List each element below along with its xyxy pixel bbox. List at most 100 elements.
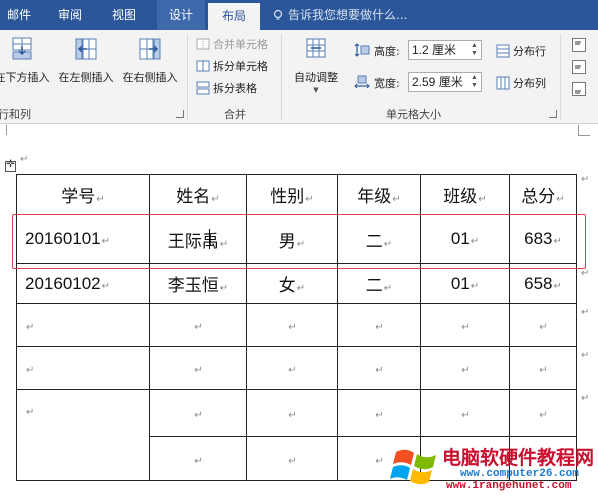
table-cell[interactable]: 683↵ (509, 214, 577, 264)
table-cell[interactable]: 王际禹↵ (149, 214, 247, 264)
table-cell[interactable]: ↵ (337, 389, 421, 437)
table-cell[interactable]: ↵ (337, 303, 421, 347)
split-table-label: 拆分表格 (213, 82, 257, 95)
tell-me-search[interactable]: 告诉我您想要做什么... (272, 0, 407, 30)
header-cell[interactable]: 班级↵ (420, 174, 510, 215)
height-spinner-icon[interactable]: ▲ ▼ (471, 42, 479, 58)
group-separator (560, 34, 561, 120)
insert-below-label: 在下方插入 (0, 71, 50, 84)
header-cell[interactable]: 学号↵ (16, 174, 150, 215)
split-table-button[interactable]: 拆分表格 (196, 79, 257, 99)
table-cell[interactable]: ↵ (16, 346, 150, 390)
autofit-button[interactable]: 自动调整 ▼ (288, 36, 344, 94)
site-watermark: 电脑软硬件教程网 www.computer26.com www.1rangehu… (390, 440, 598, 496)
end-of-row-mark: ↵ (581, 393, 590, 404)
table-cell[interactable]: 20160102↵ (16, 263, 150, 304)
table-cell[interactable]: ↵ (420, 303, 510, 347)
header-cell[interactable]: 姓名↵ (149, 174, 247, 215)
insert-right-button[interactable]: 在右侧插入 (119, 36, 181, 90)
cell-size-launcher-icon[interactable] (549, 110, 557, 118)
grades-table[interactable]: 学号↵ 姓名↵ 性别↵ 年级↵ 班级↵ 总分↵ 20160101↵ 王际禹↵ 男… (16, 174, 577, 481)
header-cell[interactable]: 总分↵ (509, 174, 577, 215)
table-cell[interactable]: 男↵ (246, 214, 338, 264)
table-row-empty: ↵ ↵ ↵ ↵ ↵ ↵ (16, 346, 577, 390)
end-of-row-mark: ↵ (581, 174, 590, 185)
split-table-icon (196, 81, 210, 95)
table-cell[interactable]: ↵ (509, 389, 577, 437)
distribute-rows-icon (496, 44, 510, 58)
autofit-label: 自动调整 (294, 71, 338, 84)
height-value: 1.2 厘米 (412, 43, 457, 57)
tab-mailings[interactable]: 邮件 (0, 0, 38, 30)
distribute-columns-label: 分布列 (513, 77, 546, 90)
table-cell[interactable]: ↵ (509, 303, 577, 347)
header-cell[interactable]: 性别↵ (246, 174, 338, 215)
table-cell[interactable]: 李玉恒↵ (149, 263, 247, 304)
split-cells-icon (196, 60, 210, 72)
merge-cells-button[interactable]: 合并单元格 (196, 35, 268, 55)
distribute-columns-icon (496, 76, 510, 90)
table-cell[interactable]: ↵ (149, 303, 247, 347)
tab-view[interactable]: 视图 (102, 0, 146, 30)
table-move-handle-icon[interactable]: ✛ (5, 159, 16, 172)
merge-group-label: 合并 (224, 108, 246, 121)
table-row-empty: ↵ ↵ ↵ ↵ ↵ ↵ (16, 389, 577, 481)
cell-width-control: 宽度: 2.59 厘米 ▲ ▼ (354, 72, 488, 92)
autofit-icon (306, 38, 326, 58)
merge-cells-icon (196, 38, 210, 50)
height-input[interactable]: 1.2 厘米 ▲ ▼ (408, 40, 482, 60)
insert-below-button[interactable]: 在下方插入 (0, 36, 50, 90)
insert-below-icon (12, 37, 32, 60)
split-cells-button[interactable]: 拆分单元格 (196, 57, 268, 77)
rows-columns-group-label: 行和列 (0, 108, 31, 121)
insert-left-icon (75, 38, 97, 60)
table-cell[interactable]: ↵ (149, 346, 247, 390)
table-cell[interactable]: ↵ (246, 436, 338, 481)
width-input[interactable]: 2.59 厘米 ▲ ▼ (408, 72, 482, 92)
table-header-row: 学号↵ 姓名↵ 性别↵ 年级↵ 班级↵ 总分↵ (16, 174, 577, 215)
header-cell[interactable]: 年级↵ (337, 174, 421, 215)
table-cell[interactable]: 二↵ (337, 263, 421, 304)
table-cell[interactable]: ↵ (420, 346, 510, 390)
table-cell[interactable]: ↵ (509, 346, 577, 390)
watermark-title: 电脑软硬件教程网 (442, 447, 595, 469)
tab-review[interactable]: 审阅 (50, 0, 90, 30)
table-cell[interactable]: 20160101↵ (16, 214, 150, 264)
text-cursor (209, 229, 210, 249)
table-cell[interactable]: 01↵ (420, 263, 510, 304)
table-cell[interactable]: 二↵ (337, 214, 421, 264)
insert-left-button[interactable]: 在左侧插入 (55, 36, 117, 90)
table-cell[interactable]: ↵ (246, 303, 338, 347)
table-cell[interactable]: ↵ (149, 436, 247, 481)
watermark-url: www.computer26.com (460, 468, 579, 480)
table-cell[interactable]: ↵ (246, 346, 338, 390)
row-height-icon (354, 43, 370, 57)
align-center-left-icon[interactable] (572, 60, 586, 74)
end-of-row-mark: ↵ (581, 350, 590, 361)
table-cell[interactable]: ↵ (337, 346, 421, 390)
distribute-columns-button[interactable]: 分布列 (496, 74, 546, 94)
end-of-row-mark: ↵ (581, 268, 590, 279)
width-spinner-icon[interactable]: ▲ ▼ (471, 74, 479, 90)
table-cell[interactable]: 01↵ (420, 214, 510, 264)
table-row: 20160102↵ 李玉恒↵ 女↵ 二↵ 01↵ 658↵ (16, 263, 577, 304)
end-of-row-mark: ↵ (581, 307, 590, 318)
table-cell-merged[interactable]: ↵ (16, 389, 150, 481)
table-cell[interactable]: 658↵ (509, 263, 577, 304)
table-cell[interactable]: ↵ (246, 389, 338, 437)
ribbon-tab-bar: 邮件 审阅 视图 设计 布局 告诉我您想要做什么... (0, 0, 598, 30)
table-cell[interactable]: ↵ (16, 303, 150, 347)
table-cell[interactable]: ↵ (420, 389, 510, 437)
paragraph-mark: ↵ (20, 154, 29, 165)
table-cell[interactable]: 女↵ (246, 263, 338, 304)
align-bottom-left-icon[interactable] (572, 82, 586, 96)
windows-logo-icon (390, 449, 436, 485)
align-top-left-icon[interactable] (572, 38, 586, 52)
tab-design[interactable]: 设计 (157, 0, 205, 30)
watermark-url-secondary: www.1rangehunet.com (446, 480, 572, 492)
tell-me-placeholder: 告诉我您想要做什么... (288, 8, 408, 22)
table-cell[interactable]: ↵ (149, 389, 247, 437)
distribute-rows-button[interactable]: 分布行 (496, 42, 546, 62)
tab-layout[interactable]: 布局 (208, 3, 260, 30)
rows-columns-launcher-icon[interactable] (176, 110, 184, 118)
